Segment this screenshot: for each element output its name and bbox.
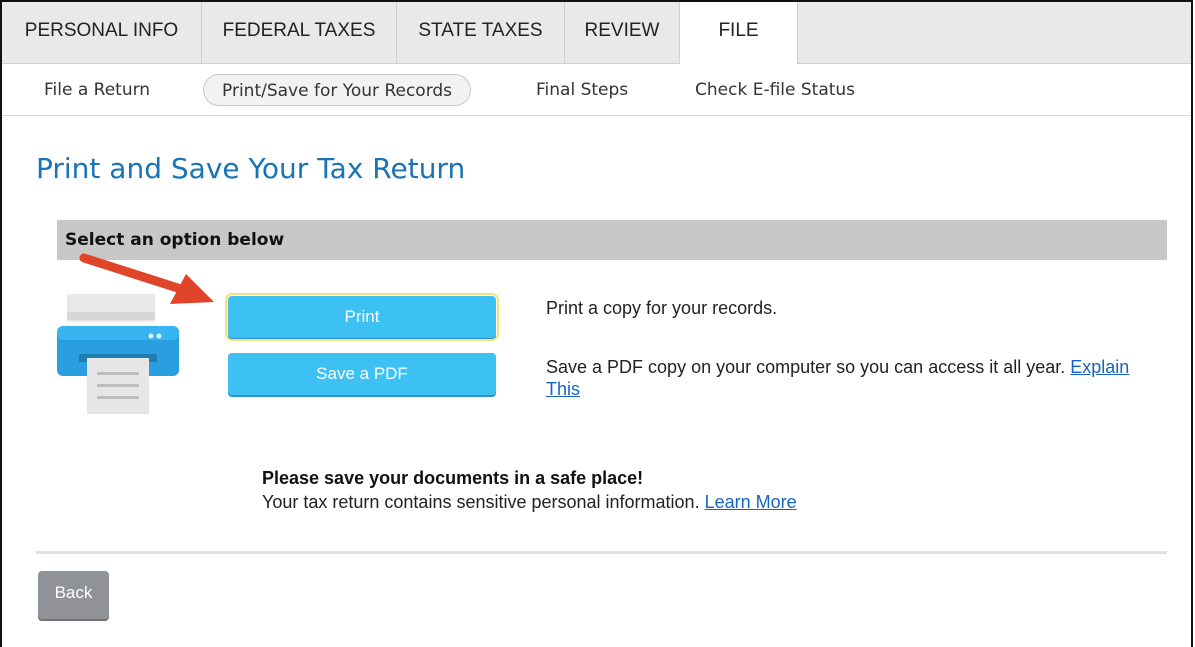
subtab-final-steps[interactable]: Final Steps: [536, 74, 628, 106]
subtab-file-a-return[interactable]: File a Return: [44, 74, 150, 106]
main-tab-bar: PERSONAL INFO FEDERAL TAXES STATE TAXES …: [2, 2, 1191, 65]
option-section-header: Select an option below: [57, 220, 1167, 260]
safety-notice: Please save your documents in a safe pla…: [262, 466, 797, 514]
print-button[interactable]: Print: [225, 293, 499, 341]
save-pdf-description-text: Save a PDF copy on your computer so you …: [546, 357, 1066, 377]
arrow-annotation: [79, 253, 214, 304]
learn-more-link[interactable]: Learn More: [705, 492, 797, 512]
notice-heading: Please save your documents in a safe pla…: [262, 468, 644, 488]
sub-navigation: File a Return Print/Save for Your Record…: [2, 64, 1191, 116]
back-button[interactable]: Back: [38, 571, 109, 619]
printer-icon: [57, 294, 179, 414]
print-description: Print a copy for your records.: [546, 298, 778, 318]
save-pdf-button[interactable]: Save a PDF: [228, 353, 496, 395]
tab-state-taxes[interactable]: STATE TAXES: [397, 2, 565, 64]
tab-personal-info[interactable]: PERSONAL INFO: [2, 2, 202, 64]
tab-file[interactable]: FILE: [680, 2, 798, 65]
notice-body: Your tax return contains sensitive perso…: [262, 490, 797, 514]
tab-federal-taxes[interactable]: FEDERAL TAXES: [202, 2, 397, 64]
notice-body-text: Your tax return contains sensitive perso…: [262, 492, 700, 512]
divider: [36, 551, 1167, 554]
save-pdf-description: Save a PDF copy on your computer so you …: [546, 356, 1146, 400]
tab-review[interactable]: REVIEW: [565, 2, 680, 64]
page-title: Print and Save Your Tax Return: [36, 152, 466, 185]
subtab-print-save[interactable]: Print/Save for Your Records: [203, 74, 472, 106]
subtab-check-efile-status[interactable]: Check E-file Status: [695, 74, 855, 106]
